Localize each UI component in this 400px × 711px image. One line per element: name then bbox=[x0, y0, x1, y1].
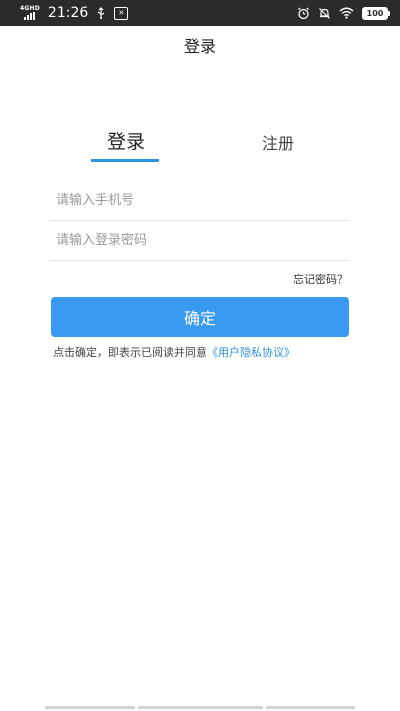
tab-login-label: 登录 bbox=[106, 131, 145, 153]
password-input[interactable] bbox=[50, 232, 349, 248]
status-left: 4GHD 21:26 ✕ bbox=[20, 5, 129, 21]
tab-login[interactable]: 登录 bbox=[91, 120, 161, 164]
alarm-icon bbox=[297, 7, 310, 20]
password-field-row bbox=[50, 220, 349, 261]
status-bar: 4GHD 21:26 ✕ 100 bbox=[0, 0, 400, 26]
forgot-password-link[interactable]: 忘记密码？ bbox=[293, 271, 348, 287]
mute-bell-icon bbox=[318, 7, 331, 20]
usb-icon bbox=[96, 7, 106, 19]
status-right: 100 bbox=[297, 6, 390, 20]
gesture-segment bbox=[45, 706, 135, 709]
auth-tabs: 登录 注册 bbox=[50, 120, 350, 164]
tab-register[interactable]: 注册 bbox=[243, 120, 313, 164]
agreement-text: 点击确定，即表示已阅读并同意《用户隐私协议》 bbox=[53, 344, 295, 360]
confirm-button[interactable]: 确定 bbox=[51, 297, 349, 337]
wifi-icon bbox=[339, 7, 354, 19]
gesture-segment bbox=[138, 706, 263, 709]
signal-icon: 4GHD bbox=[20, 6, 40, 20]
network-type: 4G bbox=[20, 5, 30, 12]
gesture-nav-bar bbox=[45, 706, 355, 709]
active-tab-indicator bbox=[91, 159, 159, 162]
notification-badge-icon: ✕ bbox=[114, 6, 129, 20]
network-hd: HD bbox=[29, 5, 40, 12]
page-title: 登录 bbox=[183, 37, 216, 56]
agreement-prefix: 点击确定，即表示已阅读并同意 bbox=[53, 346, 207, 359]
tab-register-label: 注册 bbox=[261, 134, 294, 153]
privacy-agreement-link[interactable]: 《用户隐私协议》 bbox=[207, 346, 295, 359]
phone-field-row bbox=[50, 180, 349, 221]
title-bar: 登录 bbox=[0, 26, 400, 64]
battery-icon: 100 bbox=[362, 6, 390, 20]
clock-time: 21:26 bbox=[47, 5, 89, 21]
phone-input[interactable] bbox=[50, 192, 349, 208]
battery-level: 100 bbox=[362, 6, 388, 20]
gesture-segment bbox=[266, 706, 355, 709]
